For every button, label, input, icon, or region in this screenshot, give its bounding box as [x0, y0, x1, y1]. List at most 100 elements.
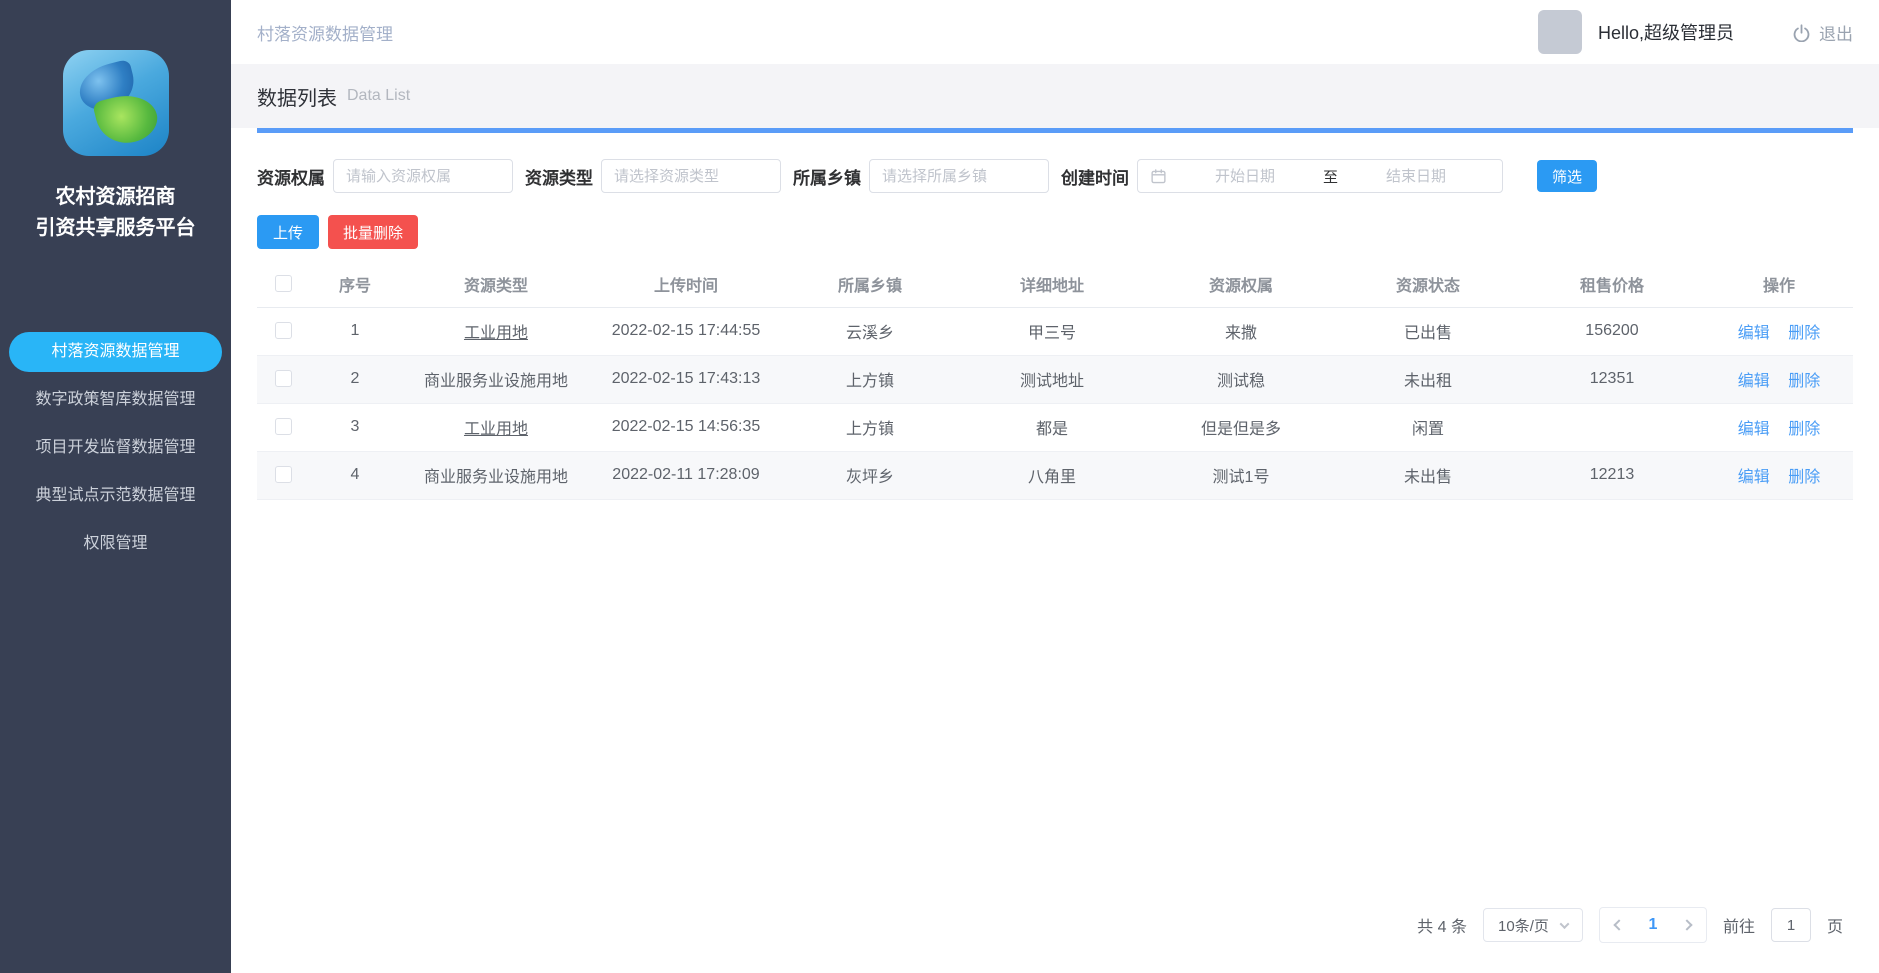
- cell-status: 已出售: [1337, 307, 1519, 355]
- cell-upload-time: 2022-02-15 17:43:13: [591, 355, 781, 403]
- delete-link[interactable]: 删除: [1788, 421, 1820, 438]
- filter-field: 资源类型: [525, 159, 781, 193]
- pager: 1: [1599, 907, 1707, 943]
- page-title-band: 数据列表 Data List: [231, 64, 1879, 128]
- row-checkbox[interactable]: [275, 466, 292, 483]
- row-checkbox[interactable]: [275, 370, 292, 387]
- user-greeting: Hello,超级管理员: [1598, 19, 1734, 45]
- sidebar-item-2[interactable]: 数字政策智库数据管理: [9, 380, 222, 420]
- main-panel: 村落资源数据管理 Hello,超级管理员 退出 数据列表 Data List 资…: [231, 0, 1879, 973]
- end-date-input[interactable]: [1342, 168, 1490, 185]
- edit-link[interactable]: 编辑: [1738, 373, 1770, 390]
- cell-address: 都是: [959, 403, 1145, 451]
- column-header: 详细地址: [959, 261, 1145, 307]
- column-header: 租售价格: [1519, 261, 1705, 307]
- app-logo-icon: [63, 50, 169, 156]
- sidebar-item-3[interactable]: 项目开发监督数据管理: [9, 428, 222, 468]
- column-header: 操作: [1705, 261, 1853, 307]
- filter-fields: 资源权属 资源类型 所属乡镇: [257, 159, 1061, 193]
- cell-upload-time: 2022-02-15 17:44:55: [591, 307, 781, 355]
- goto-page-input[interactable]: [1771, 908, 1811, 942]
- cell-index: 1: [309, 307, 401, 355]
- cell-town: 灰坪乡: [781, 451, 959, 499]
- cell-resource-type: 工业用地: [401, 403, 591, 451]
- cell-town: 上方镇: [781, 403, 959, 451]
- table-row: 2 商业服务业设施用地 2022-02-15 17:43:13 上方镇 测试地址…: [257, 355, 1853, 403]
- edit-link[interactable]: 编辑: [1738, 469, 1770, 486]
- cell-status: 未出租: [1337, 355, 1519, 403]
- topbar: 村落资源数据管理 Hello,超级管理员 退出: [231, 0, 1879, 64]
- sidebar-item-5[interactable]: 权限管理: [9, 524, 222, 564]
- goto-suffix: 页: [1827, 913, 1843, 937]
- app-title-line2: 引资共享服务平台: [36, 213, 196, 244]
- page-size-select[interactable]: 10条/页: [1483, 908, 1583, 942]
- filter-input-3[interactable]: [869, 159, 1049, 193]
- pagination: 共 4 条 10条/页 1 前往 页: [231, 907, 1879, 973]
- delete-link[interactable]: 删除: [1788, 373, 1820, 390]
- column-header: 序号: [309, 261, 401, 307]
- cell-address: 甲三号: [959, 307, 1145, 355]
- start-date-input[interactable]: [1171, 168, 1319, 185]
- cell-status: 闲置: [1337, 403, 1519, 451]
- pagination-total: 共 4 条: [1417, 913, 1467, 937]
- cell-town: 云溪乡: [781, 307, 959, 355]
- cell-upload-time: 2022-02-11 17:28:09: [591, 451, 781, 499]
- edit-link[interactable]: 编辑: [1738, 325, 1770, 342]
- filter-input-2[interactable]: [601, 159, 781, 193]
- table-row: 1 工业用地 2022-02-15 17:44:55 云溪乡 甲三号 来撒 已出…: [257, 307, 1853, 355]
- cell-index: 3: [309, 403, 401, 451]
- date-range-picker[interactable]: 至: [1137, 159, 1503, 193]
- sidebar-item-4[interactable]: 典型试点示范数据管理: [9, 476, 222, 516]
- page-size-value: 10条/页: [1498, 915, 1549, 936]
- select-all-cell: [257, 261, 309, 307]
- sidebar-item-1[interactable]: 村落资源数据管理: [9, 332, 222, 372]
- filter-button[interactable]: 筛选: [1537, 160, 1597, 192]
- cell-resource-type: 商业服务业设施用地: [401, 355, 591, 403]
- topbar-right: Hello,超级管理员 退出: [1538, 10, 1853, 54]
- cell-address: 八角里: [959, 451, 1145, 499]
- sidebar-menu: 村落资源数据管理数字政策智库数据管理项目开发监督数据管理典型试点示范数据管理权限…: [0, 332, 231, 564]
- goto-label: 前往: [1723, 913, 1755, 937]
- cell-price: 156200: [1519, 307, 1705, 355]
- filter-date-range: 创建时间 至: [1061, 159, 1503, 193]
- cell-price: 12213: [1519, 451, 1705, 499]
- table-row: 4 商业服务业设施用地 2022-02-11 17:28:09 灰坪乡 八角里 …: [257, 451, 1853, 499]
- delete-link[interactable]: 删除: [1788, 469, 1820, 486]
- cell-index: 2: [309, 355, 401, 403]
- filter-input-1[interactable]: [333, 159, 513, 193]
- edit-link[interactable]: 编辑: [1738, 421, 1770, 438]
- logout-label: 退出: [1819, 20, 1853, 45]
- row-checkbox[interactable]: [275, 418, 292, 435]
- row-checkbox[interactable]: [275, 322, 292, 339]
- app-title-line1: 农村资源招商: [36, 182, 196, 213]
- table-body: 1 工业用地 2022-02-15 17:44:55 云溪乡 甲三号 来撒 已出…: [257, 307, 1853, 499]
- cell-ownership: 来撒: [1145, 307, 1337, 355]
- column-header: 资源状态: [1337, 261, 1519, 307]
- power-icon: [1792, 23, 1811, 42]
- avatar: [1538, 10, 1582, 54]
- page-title: 数据列表: [257, 82, 337, 111]
- logout-button[interactable]: 退出: [1792, 20, 1853, 45]
- cell-ownership: 测试1号: [1145, 451, 1337, 499]
- batch-delete-button[interactable]: 批量删除: [328, 215, 418, 249]
- current-page[interactable]: 1: [1649, 916, 1658, 934]
- cell-address: 测试地址: [959, 355, 1145, 403]
- breadcrumb[interactable]: 村落资源数据管理: [257, 20, 393, 45]
- table-header-row: 序号资源类型上传时间所属乡镇详细地址资源权属资源状态租售价格操作: [257, 261, 1853, 307]
- cell-town: 上方镇: [781, 355, 959, 403]
- cell-price: [1519, 403, 1705, 451]
- filter-field: 资源权属: [257, 159, 513, 193]
- cell-index: 4: [309, 451, 401, 499]
- column-header: 资源类型: [401, 261, 591, 307]
- chevron-left-icon[interactable]: [1613, 919, 1624, 930]
- select-all-checkbox[interactable]: [275, 275, 292, 292]
- chevron-right-icon[interactable]: [1681, 919, 1692, 930]
- page-subtitle: Data List: [347, 87, 410, 105]
- upload-button[interactable]: 上传: [257, 215, 319, 249]
- date-separator: 至: [1319, 166, 1342, 187]
- cell-upload-time: 2022-02-15 14:56:35: [591, 403, 781, 451]
- cell-resource-type: 工业用地: [401, 307, 591, 355]
- column-header: 所属乡镇: [781, 261, 959, 307]
- column-header: 资源权属: [1145, 261, 1337, 307]
- delete-link[interactable]: 删除: [1788, 325, 1820, 342]
